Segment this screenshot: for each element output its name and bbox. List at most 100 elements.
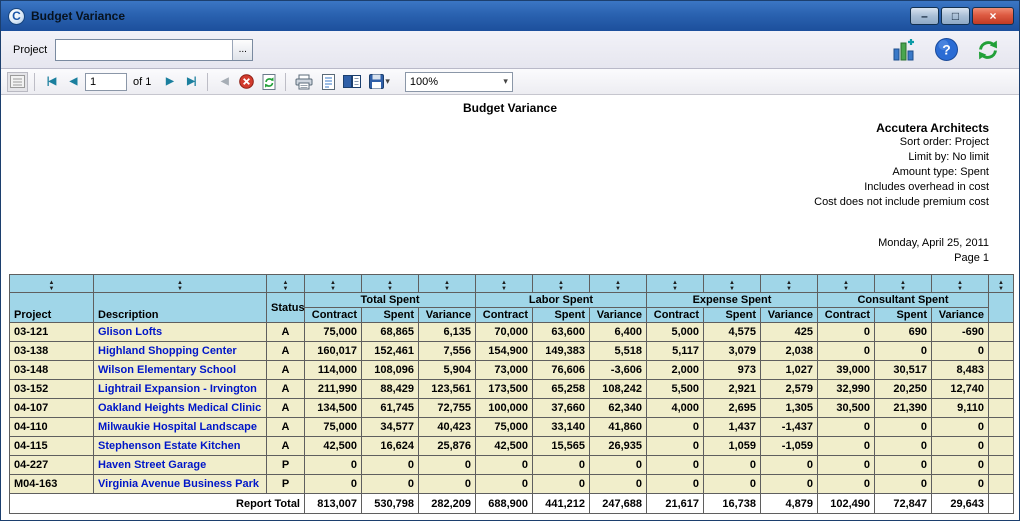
description-link[interactable]: Stephenson Estate Kitchen (94, 437, 267, 456)
sort-button[interactable]: ▲▼ (818, 275, 875, 293)
description-link[interactable]: Lightrail Expansion - Irvington (94, 380, 267, 399)
sort-button[interactable]: ▲▼ (362, 275, 419, 293)
refresh-report-icon[interactable] (259, 72, 279, 92)
labor-variance-cell: 6,400 (590, 323, 647, 342)
spacer-cell (989, 399, 1014, 418)
maximize-button[interactable]: □ (941, 7, 970, 25)
sub-header-variance[interactable]: Variance (932, 308, 989, 323)
sort-button[interactable]: ▲▼ (647, 275, 704, 293)
sort-button[interactable]: ▲▼ (533, 275, 590, 293)
project-cell[interactable]: 04-115 (10, 437, 94, 456)
labor-contract-cell: 70,000 (476, 323, 533, 342)
browse-button[interactable]: ... (232, 40, 252, 60)
labor-contract-cell: 173,500 (476, 380, 533, 399)
sort-button[interactable]: ▲▼ (267, 275, 305, 293)
expense-spent-cell: 4,575 (704, 323, 761, 342)
sort-button[interactable]: ▲▼ (932, 275, 989, 293)
col-header-description[interactable]: Description (94, 293, 267, 323)
chart-icon[interactable] (891, 37, 917, 63)
status-cell: P (267, 475, 305, 494)
description-link[interactable]: Virginia Avenue Business Park (94, 475, 267, 494)
spacer-cell (989, 323, 1014, 342)
sort-button[interactable]: ▲▼ (476, 275, 533, 293)
project-cell[interactable]: 04-227 (10, 456, 94, 475)
consultant-variance-cell: 9,110 (932, 399, 989, 418)
first-page-button[interactable]: |◀ (41, 72, 61, 92)
back-button[interactable]: ◀ (214, 72, 234, 92)
consultant-contract-cell: 32,990 (818, 380, 875, 399)
close-button[interactable]: × (972, 7, 1014, 25)
sub-header-spent[interactable]: Spent (533, 308, 590, 323)
print-icon[interactable] (292, 72, 316, 92)
help-icon[interactable]: ? (933, 37, 959, 63)
description-link[interactable]: Milwaukie Hospital Landscape (94, 418, 267, 437)
report-total-label: Report Total (10, 494, 305, 514)
sub-header-spent[interactable]: Spent (704, 308, 761, 323)
sort-button[interactable]: ▲▼ (989, 275, 1014, 293)
project-cell[interactable]: 04-107 (10, 399, 94, 418)
print-layout-icon[interactable] (318, 72, 338, 92)
next-page-button[interactable]: ▶ (159, 72, 179, 92)
description-link[interactable]: Highland Shopping Center (94, 342, 267, 361)
sort-button[interactable]: ▲▼ (305, 275, 362, 293)
prev-page-button[interactable]: ◀ (63, 72, 83, 92)
description-link[interactable]: Glison Lofts (94, 323, 267, 342)
sort-button[interactable]: ▲▼ (875, 275, 932, 293)
sort-button[interactable]: ▲▼ (590, 275, 647, 293)
sub-header-contract[interactable]: Contract (476, 308, 533, 323)
project-cell[interactable]: 03-138 (10, 342, 94, 361)
title-bar[interactable]: C Budget Variance – □ × (1, 1, 1019, 31)
export-save-icon[interactable]: ▾ (366, 72, 393, 92)
spacer-cell (989, 418, 1014, 437)
sub-header-variance[interactable]: Variance (419, 308, 476, 323)
page-setup-icon[interactable] (340, 72, 364, 92)
col-header-status[interactable]: Status (267, 293, 305, 323)
labor-variance-cell: 0 (590, 475, 647, 494)
project-input[interactable] (56, 40, 232, 60)
expense-contract-cell: 5,500 (647, 380, 704, 399)
project-cell[interactable]: M04-163 (10, 475, 94, 494)
page-number-input[interactable] (85, 73, 127, 91)
sort-button[interactable]: ▲▼ (10, 275, 94, 293)
minimize-button[interactable]: – (910, 7, 939, 25)
export-dropdown-arrow[interactable]: ▾ (385, 76, 390, 87)
total-contract-cell: 0 (305, 475, 362, 494)
expense-variance-cell: 2,579 (761, 380, 818, 399)
description-link[interactable]: Haven Street Garage (94, 456, 267, 475)
report-meta-line: Includes overhead in cost (1, 180, 989, 195)
expense-spent-cell: 2,695 (704, 399, 761, 418)
main-toolbar: Project ... ? (1, 31, 1019, 69)
refresh-icon[interactable] (975, 37, 1001, 63)
sub-header-variance[interactable]: Variance (590, 308, 647, 323)
total-variance-cell: 0 (419, 456, 476, 475)
group-tree-toggle-icon[interactable] (7, 72, 28, 92)
expense-variance-cell: 1,305 (761, 399, 818, 418)
sort-button[interactable]: ▲▼ (94, 275, 267, 293)
consultant-spent-cell: 690 (875, 323, 932, 342)
col-header-project[interactable]: Project (10, 293, 94, 323)
zoom-select[interactable]: 100% ▾ (405, 72, 513, 92)
project-cell[interactable]: 03-148 (10, 361, 94, 380)
sub-header-contract[interactable]: Contract (647, 308, 704, 323)
sub-header-contract[interactable]: Contract (305, 308, 362, 323)
sort-button[interactable]: ▲▼ (419, 275, 476, 293)
project-cell[interactable]: 03-121 (10, 323, 94, 342)
project-cell[interactable]: 03-152 (10, 380, 94, 399)
expense-spent-cell: 1,437 (704, 418, 761, 437)
description-link[interactable]: Wilson Elementary School (94, 361, 267, 380)
stop-loading-icon[interactable] (236, 72, 257, 92)
description-link[interactable]: Oakland Heights Medical Clinic (94, 399, 267, 418)
sub-header-contract[interactable]: Contract (818, 308, 875, 323)
sort-button[interactable]: ▲▼ (704, 275, 761, 293)
toolbar-separator (207, 73, 208, 91)
report-total-row: Report Total 813,007 530,798 282,209 688… (10, 494, 1014, 514)
sub-header-spent[interactable]: Spent (362, 308, 419, 323)
project-cell[interactable]: 04-110 (10, 418, 94, 437)
total-contract-cell: 42,500 (305, 437, 362, 456)
expense-contract-cell: 0 (647, 475, 704, 494)
sort-button[interactable]: ▲▼ (761, 275, 818, 293)
sub-header-spent[interactable]: Spent (875, 308, 932, 323)
last-page-button[interactable]: ▶| (181, 72, 201, 92)
sub-header-variance[interactable]: Variance (761, 308, 818, 323)
labor-variance-cell: 108,242 (590, 380, 647, 399)
